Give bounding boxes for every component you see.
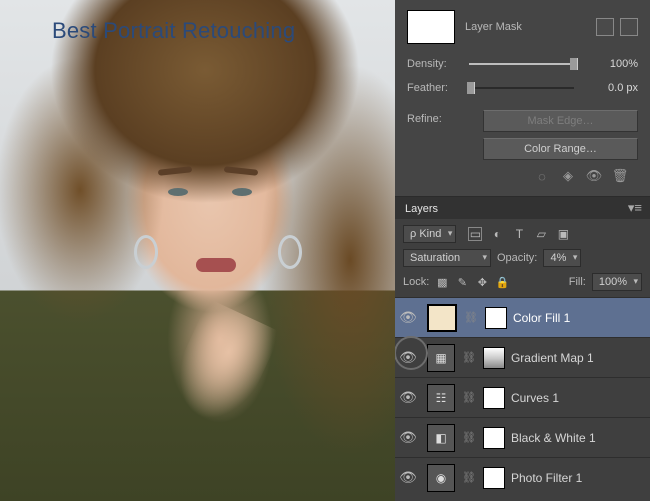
adjustment-icon[interactable]: ☷ (427, 384, 455, 412)
density-value: 100% (584, 58, 638, 70)
link-icon: ⛓ (461, 311, 481, 324)
visibility-toggle[interactable]: 👁 (395, 429, 421, 446)
lock-transparency-icon[interactable]: ▩ (435, 275, 449, 289)
portrait-image (278, 235, 302, 269)
portrait-image (196, 258, 236, 272)
mask-thumbnail[interactable] (483, 387, 505, 409)
load-selection-icon[interactable]: ◌ (534, 168, 550, 184)
filter-pixel-icon[interactable]: ▭ (468, 227, 482, 241)
delete-mask-icon[interactable]: 🗑 (612, 168, 628, 184)
layer-name[interactable]: Black & White 1 (511, 431, 642, 445)
layer-row[interactable]: 👁 ◉ ⛓ Photo Filter 1 (395, 457, 650, 497)
mask-thumbnail[interactable] (483, 347, 505, 369)
density-slider[interactable] (469, 63, 574, 65)
layer-row[interactable]: 👁 ▦ ⛓ Gradient Map 1 (395, 337, 650, 377)
mask-thumbnail[interactable] (485, 307, 507, 329)
layer-name[interactable]: Color Fill 1 (513, 311, 642, 325)
portrait-image (232, 188, 252, 196)
fill-label: Fill: (569, 276, 586, 288)
canvas-area[interactable]: Best Portrait Retouching (0, 0, 395, 501)
layer-row[interactable]: 👁 ◧ ⛓ Black & White 1 (395, 417, 650, 457)
opacity-label: Opacity: (497, 252, 537, 264)
adjustment-icon[interactable]: ◉ (427, 464, 455, 492)
panel-menu-icon[interactable]: ▾≡ (626, 200, 644, 216)
link-icon: ⛓ (459, 431, 479, 444)
lock-pixels-icon[interactable]: ✎ (455, 275, 469, 289)
portrait-image (168, 188, 188, 196)
filter-smart-icon[interactable]: ▣ (556, 227, 570, 241)
visibility-toggle[interactable]: 👁 (395, 349, 421, 366)
adjustment-icon[interactable]: ◧ (427, 424, 455, 452)
apply-mask-icon[interactable]: ◈ (560, 168, 576, 184)
feather-value: 0.0 px (584, 82, 638, 94)
refine-label: Refine: (407, 110, 459, 125)
blend-mode-dropdown[interactable]: Saturation (403, 249, 491, 267)
pixel-mask-icon[interactable] (596, 18, 614, 36)
filter-shape-icon[interactable]: ▱ (534, 227, 548, 241)
layer-thumbnail[interactable] (427, 304, 457, 332)
right-panels: Layer Mask Density: 100% Feather: 0.0 px… (395, 0, 650, 501)
layer-row[interactable]: 👁 ☷ ⛓ Curves 1 (395, 377, 650, 417)
visibility-toggle[interactable]: 👁 (395, 309, 421, 326)
lock-all-icon[interactable]: 🔒 (495, 275, 509, 289)
vector-mask-icon[interactable] (620, 18, 638, 36)
filter-type-icon[interactable]: T (512, 227, 526, 241)
density-label: Density: (407, 58, 459, 70)
adjustment-icon[interactable]: ▦ (427, 344, 455, 372)
color-range-button[interactable]: Color Range… (483, 138, 638, 160)
filter-kind-label: Kind (419, 228, 441, 240)
layer-list: 👁 ⛓ Color Fill 1 👁 ▦ ⛓ Gradient Map 1 (395, 297, 650, 501)
feather-label: Feather: (407, 82, 459, 94)
layer-row[interactable]: 👁 ⛓ Color Fill 1 (395, 297, 650, 337)
filter-adjustment-icon[interactable]: ◐ (490, 227, 504, 241)
lock-position-icon[interactable]: ✥ (475, 275, 489, 289)
layer-name[interactable]: Gradient Map 1 (511, 351, 642, 365)
mask-thumbnail[interactable] (407, 10, 455, 44)
mask-thumbnail[interactable] (483, 467, 505, 489)
filter-kind-dropdown[interactable]: ρ Kind (403, 225, 456, 243)
layer-name[interactable]: Photo Filter 1 (511, 471, 642, 485)
link-icon: ⛓ (459, 351, 479, 364)
link-icon: ⛓ (459, 471, 479, 484)
visibility-toggle[interactable]: 👁 (395, 469, 421, 486)
link-icon: ⛓ (459, 391, 479, 404)
mask-type-label: Layer Mask (463, 21, 588, 33)
fill-value[interactable]: 100% (592, 273, 642, 291)
opacity-value[interactable]: 4% (543, 249, 581, 267)
page-title: Best Portrait Retouching (52, 18, 295, 44)
lock-label: Lock: (403, 276, 429, 288)
portrait-image (134, 235, 158, 269)
tab-layers[interactable]: Layers (401, 199, 442, 218)
properties-panel: Layer Mask Density: 100% Feather: 0.0 px… (395, 0, 650, 197)
mask-edge-button[interactable]: Mask Edge… (483, 110, 638, 132)
toggle-mask-icon[interactable]: 👁 (586, 168, 602, 184)
feather-slider[interactable] (469, 87, 574, 89)
layers-panel: Layers ▾≡ ρ Kind ▭ ◐ T ▱ ▣ Saturation Op… (395, 197, 650, 501)
layer-name[interactable]: Curves 1 (511, 391, 642, 405)
visibility-toggle[interactable]: 👁 (395, 389, 421, 406)
mask-thumbnail[interactable] (483, 427, 505, 449)
